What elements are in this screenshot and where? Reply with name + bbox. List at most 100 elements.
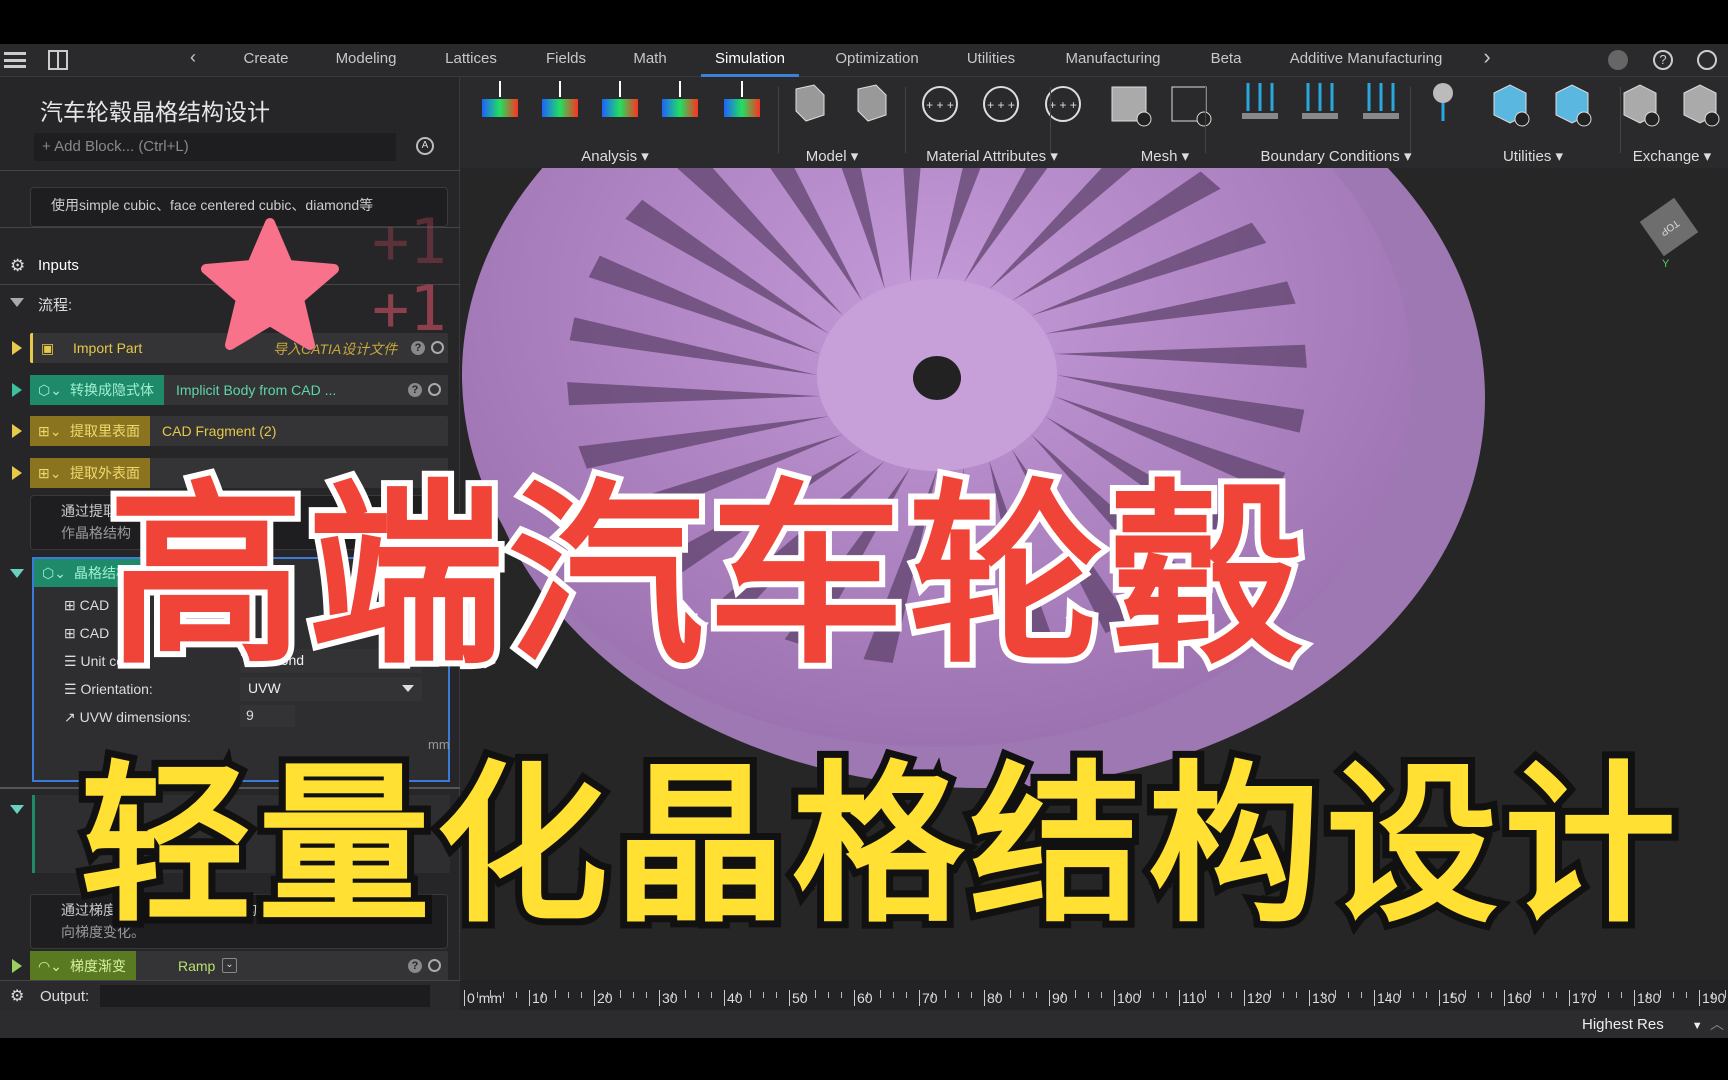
ruler-minor-tick bbox=[1400, 990, 1401, 998]
status-circle-icon[interactable] bbox=[428, 959, 441, 972]
model-icon[interactable] bbox=[795, 84, 825, 122]
ribbon-group-analysis[interactable]: Analysis ▾ bbox=[581, 147, 649, 165]
ruler-minor-tick bbox=[1452, 992, 1453, 998]
fragment-icon: ⊞⌄ bbox=[38, 464, 62, 481]
ruler-minor-tick bbox=[1075, 990, 1076, 998]
ruler-minor-tick bbox=[1101, 992, 1102, 998]
block-value: Implicit Body from CAD ... bbox=[176, 382, 337, 398]
project-title: 汽车轮毂晶格结构设计 bbox=[40, 99, 270, 125]
block-tag: Import Part bbox=[73, 340, 143, 356]
tab-manufacturing[interactable]: Manufacturing bbox=[1065, 50, 1160, 67]
elastic-material-icon[interactable]: + + + bbox=[983, 86, 1019, 122]
export-fe-icon[interactable] bbox=[1683, 84, 1720, 127]
ribbon-group-exchange[interactable]: Exchange ▾ bbox=[1633, 147, 1711, 165]
ruler-minor-tick bbox=[516, 992, 517, 998]
star-sticker-icon bbox=[201, 218, 339, 350]
ruler-minor-tick bbox=[620, 990, 621, 998]
tabs-scroll-left[interactable]: ‹ bbox=[190, 47, 196, 68]
add-block-input[interactable]: + Add Block... (Ctrl+L) bbox=[34, 133, 396, 161]
tab-create[interactable]: Create bbox=[243, 50, 288, 67]
tab-optimization[interactable]: Optimization bbox=[835, 50, 918, 67]
ruler-minor-tick bbox=[1296, 992, 1297, 998]
isotropic-material-icon[interactable]: + + + bbox=[922, 86, 958, 122]
resolution-value: Highest Res bbox=[1582, 1016, 1664, 1033]
ramp-dropdown-icon[interactable]: ⌄ bbox=[222, 958, 237, 973]
collapse-icon[interactable] bbox=[10, 569, 24, 578]
help-icon[interactable]: ? bbox=[408, 383, 422, 397]
pressure-load-icon[interactable] bbox=[1302, 83, 1338, 119]
model-part-icon[interactable] bbox=[857, 84, 887, 122]
ruler-minor-tick bbox=[1231, 992, 1232, 998]
ruler-minor-tick bbox=[1595, 990, 1596, 998]
collapse-icon[interactable] bbox=[10, 805, 24, 814]
collapse-up-icon[interactable]: ︿ bbox=[1710, 1014, 1724, 1034]
collapse-flow-icon[interactable] bbox=[10, 298, 24, 307]
auto-refresh-icon[interactable]: A bbox=[416, 137, 434, 155]
ruler-minor-tick bbox=[867, 992, 868, 998]
modal-analysis-icon[interactable] bbox=[542, 81, 578, 117]
tabs-scroll-right[interactable]: › bbox=[1483, 44, 1490, 70]
panel-toggle-icon[interactable] bbox=[48, 50, 68, 70]
expand-icon[interactable] bbox=[12, 341, 22, 355]
headline-text: 高端汽车轮毂 bbox=[102, 457, 1310, 697]
ribbon-group-model[interactable]: Model ▾ bbox=[806, 147, 859, 165]
plus-icon: + bbox=[42, 138, 55, 155]
fe-edit-icon[interactable] bbox=[1555, 84, 1592, 127]
tab-fields[interactable]: Fields bbox=[546, 50, 586, 67]
ruler-tick-label: 0 mm bbox=[464, 990, 502, 1006]
ruler-minor-tick bbox=[1660, 990, 1661, 998]
tab-beta[interactable]: Beta bbox=[1211, 50, 1242, 67]
inputs-label[interactable]: Inputs bbox=[38, 257, 79, 274]
static-analysis-icon[interactable] bbox=[482, 81, 518, 117]
ruler-minor-tick bbox=[1725, 990, 1726, 998]
thermal-analysis-icon[interactable] bbox=[662, 81, 698, 117]
ruler-minor-tick bbox=[893, 992, 894, 998]
hamburger-menu-icon[interactable] bbox=[4, 52, 26, 68]
ruler-tick-label: 10 bbox=[529, 990, 548, 1006]
block-implicit-body[interactable]: ⬡⌄ 转换成隐式体 Implicit Body from CAD ... ? bbox=[30, 375, 448, 405]
output-row: ⚙ Output: bbox=[0, 980, 460, 1010]
ruler-minor-tick bbox=[555, 990, 556, 998]
download-icon[interactable] bbox=[1608, 50, 1628, 70]
ribbon-group-mesh[interactable]: Mesh ▾ bbox=[1141, 147, 1189, 165]
chevron-down-icon: ▾ bbox=[1046, 148, 1058, 165]
cad-label: CAD bbox=[79, 625, 110, 641]
tab-utilities[interactable]: Utilities bbox=[967, 50, 1015, 67]
expand-icon[interactable] bbox=[12, 424, 22, 438]
ribbon-group-utilities[interactable]: Utilities ▾ bbox=[1503, 147, 1563, 165]
help-icon[interactable]: ? bbox=[1653, 50, 1673, 70]
user-avatar-icon[interactable] bbox=[1697, 50, 1717, 70]
tab-lattices[interactable]: Lattices bbox=[445, 50, 497, 67]
block-ramp[interactable]: ◠⌄ 梯度渐变 Ramp ⌄ ? bbox=[30, 951, 448, 981]
ruler-minor-tick bbox=[971, 992, 972, 998]
expand-icon[interactable] bbox=[12, 466, 22, 480]
ribbon-group-boundary-conditions[interactable]: Boundary Conditions ▾ bbox=[1261, 147, 1412, 165]
import-fe-icon[interactable] bbox=[1623, 84, 1660, 127]
ruler-minor-tick bbox=[1192, 992, 1193, 998]
expand-icon[interactable] bbox=[12, 383, 22, 397]
status-circle-icon[interactable] bbox=[428, 383, 441, 396]
tab-modeling[interactable]: Modeling bbox=[336, 50, 397, 67]
tet-mesh-icon[interactable] bbox=[1111, 86, 1152, 127]
ruler-minor-tick bbox=[633, 992, 634, 998]
tab-additive-manufacturing[interactable]: Additive Manufacturing bbox=[1290, 50, 1443, 67]
fixed-support-icon[interactable] bbox=[1363, 83, 1399, 119]
point-load-icon[interactable] bbox=[1433, 83, 1453, 121]
thermal-material-icon[interactable]: + + + bbox=[1045, 86, 1081, 122]
help-icon[interactable]: ? bbox=[408, 959, 422, 973]
buckling-icon[interactable] bbox=[602, 81, 638, 117]
ribbon-group-material-attributes[interactable]: Material Attributes ▾ bbox=[926, 147, 1058, 165]
expand-icon[interactable] bbox=[12, 959, 22, 973]
resolution-select[interactable]: Highest Res ▼ bbox=[1582, 1016, 1703, 1033]
output-field[interactable] bbox=[100, 985, 430, 1007]
distributed-load-icon[interactable] bbox=[1242, 83, 1278, 119]
ruler-minor-tick bbox=[997, 992, 998, 998]
simulation-settings-icon[interactable] bbox=[724, 81, 760, 117]
add-block-placeholder: Add Block... (Ctrl+L) bbox=[54, 138, 189, 155]
ruler-minor-tick bbox=[581, 992, 582, 998]
tab-simulation[interactable]: Simulation bbox=[700, 50, 800, 78]
fe-utility-icon[interactable] bbox=[1493, 84, 1530, 127]
tab-math[interactable]: Math bbox=[633, 50, 666, 67]
ruler-minor-tick bbox=[815, 990, 816, 998]
ruler-minor-tick bbox=[828, 992, 829, 998]
